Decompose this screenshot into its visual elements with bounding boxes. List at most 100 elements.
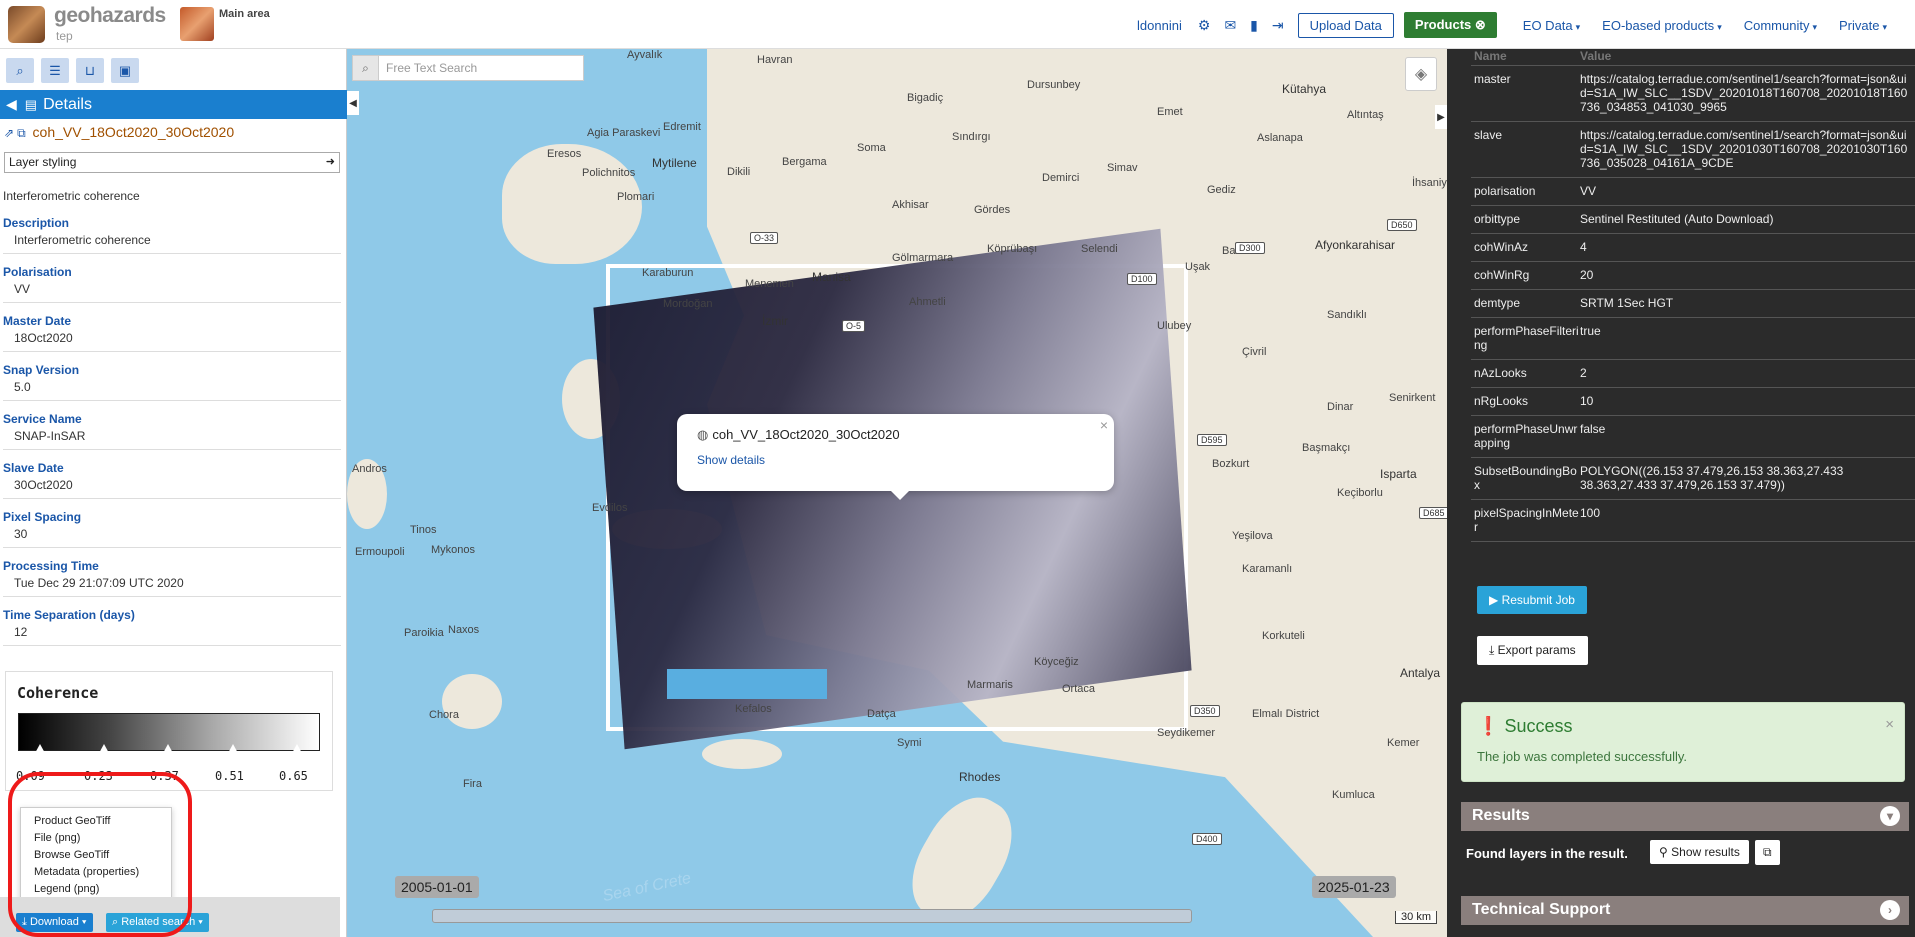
map-place-label: Gölmarmara: [892, 252, 954, 264]
menu-community[interactable]: Community ▾: [1744, 18, 1817, 33]
search-tool-button[interactable]: ⌕: [6, 58, 34, 83]
area-thumbnail[interactable]: [180, 7, 214, 41]
results-label: Results: [1472, 807, 1530, 824]
basket-tool-button[interactable]: ⊔: [76, 58, 104, 83]
road-shield: D300: [1235, 242, 1265, 254]
map-place-label: Bozkurt: [1212, 458, 1250, 470]
show-details-link[interactable]: Show details: [697, 453, 765, 467]
map-place-label: Karamanlı: [1242, 563, 1293, 575]
map-place-label: Elmalı District: [1252, 708, 1320, 720]
search-icon: ⌕: [16, 62, 24, 78]
map-place-label: Ulubey: [1157, 320, 1192, 332]
chevron-left-icon[interactable]: ◀: [6, 96, 17, 113]
tech-label: Technical Support: [1472, 901, 1611, 918]
time-end-label: 2025-01-23: [1312, 876, 1396, 898]
map-place-label: Agia Paraskevi: [587, 127, 661, 139]
map-place-label: Simav: [1107, 162, 1138, 174]
collapse-right-icon[interactable]: ▶: [1435, 105, 1447, 129]
col-value: Value: [1580, 49, 1612, 63]
resubmit-job-button[interactable]: ▶ Resubmit Job: [1477, 586, 1587, 614]
map-place-label: Sandıklı: [1327, 309, 1367, 321]
map-place-label: Chora: [429, 709, 459, 721]
technical-support-header[interactable]: Technical Support ›: [1461, 896, 1909, 925]
close-icon[interactable]: ×: [1100, 417, 1108, 433]
archive-tool-button[interactable]: ▣: [111, 58, 139, 83]
products-button[interactable]: Products ⊗: [1403, 12, 1497, 38]
map-place-label: Ortaca: [1062, 683, 1096, 695]
param-value: 2: [1580, 366, 1587, 380]
prop-time-separation: Time Separation (days) 12: [3, 606, 341, 646]
road-shield: O-33: [750, 232, 779, 244]
param-key: demtype: [1474, 296, 1521, 310]
layers-icon[interactable]: ◈: [1405, 57, 1437, 91]
search-icon[interactable]: ⌕: [353, 56, 379, 80]
copy-button[interactable]: ⧉: [1755, 840, 1780, 865]
time-slider[interactable]: [432, 909, 1192, 923]
param-value: 4: [1580, 240, 1587, 254]
param-value: https://catalog.terradue.com/sentinel1/s…: [1580, 72, 1908, 114]
map-search[interactable]: ⌕ Free Text Search: [352, 55, 584, 81]
menu-eo-products[interactable]: EO-based products ▾: [1602, 18, 1722, 33]
user-link[interactable]: ldonnini: [1137, 18, 1182, 33]
details-label: Details: [43, 95, 92, 113]
map-place-label: Kemer: [1387, 737, 1420, 749]
archive-icon: ▣: [118, 62, 132, 78]
road-shield: D595: [1197, 434, 1227, 446]
map-place-label: Sındırgı: [952, 131, 991, 143]
param-value: https://catalog.terradue.com/sentinel1/s…: [1580, 128, 1908, 170]
param-row: SubsetBoundingBox POLYGON((26.153 37.479,…: [1471, 458, 1915, 500]
prop-key: Pixel Spacing: [3, 510, 82, 524]
menu-eo-data[interactable]: EO Data ▾: [1523, 18, 1580, 33]
chevron-right-icon[interactable]: ›: [1880, 900, 1900, 920]
menu-private[interactable]: Private ▾: [1839, 18, 1887, 33]
caret-down-icon: ▾: [198, 916, 203, 928]
map-place-label: Soma: [857, 142, 886, 154]
param-key: cohWinRg: [1474, 268, 1530, 282]
map-place-label: İhsaniye: [1412, 177, 1447, 189]
map-place-label: Eresos: [547, 148, 582, 160]
highlight-ring: [8, 772, 192, 937]
logout-icon[interactable]: ⇥: [1272, 17, 1284, 34]
param-row: orbittype Sentinel Restituted (Auto Downl…: [1471, 206, 1915, 234]
param-key: master: [1474, 72, 1511, 86]
map-place-label: Ahmetli: [909, 296, 946, 308]
param-key: slave: [1474, 128, 1503, 142]
layer-select-value: Layer styling: [9, 155, 77, 169]
upload-data-button[interactable]: Upload Data: [1297, 12, 1394, 38]
mail-icon[interactable]: ✉: [1224, 17, 1236, 34]
layer-styling-select[interactable]: Layer styling ➜: [4, 152, 340, 173]
map-place-label: Rhodes: [959, 770, 1001, 784]
book-icon[interactable]: ▮: [1250, 17, 1258, 34]
param-key: cohWinAz: [1474, 240, 1529, 254]
details-header[interactable]: ◀ ▤ Details: [0, 90, 347, 119]
close-icon[interactable]: ×: [1885, 716, 1894, 733]
results-header[interactable]: Results ▾: [1461, 802, 1909, 831]
list-tool-button[interactable]: ☰: [41, 58, 69, 83]
play-icon: ▶: [1489, 593, 1499, 607]
geohazards-logo[interactable]: [8, 6, 45, 43]
export-params-button[interactable]: ⤓ Export params: [1477, 636, 1588, 665]
caret-down-icon: ▾: [1812, 21, 1817, 32]
prop-value: SNAP-InSAR: [14, 429, 86, 443]
map-pin-icon: ⚲: [1659, 845, 1668, 859]
left-panel: ⌕ ☰ ⊔ ▣ ◀ ▤ Details ⇗ ⧉ coh_VV_18Oct2020_…: [0, 49, 347, 937]
copy-icon[interactable]: ⧉: [17, 126, 26, 140]
product-title[interactable]: ⇗ ⧉ coh_VV_18Oct2020_30Oct2020: [4, 124, 234, 141]
map-place-label: Korkuteli: [1262, 630, 1305, 642]
gear-icon[interactable]: ⚙: [1198, 17, 1211, 34]
map-place-label: Symi: [897, 737, 922, 749]
road-shield: O-5: [842, 320, 866, 332]
collapse-left-icon[interactable]: ◀: [347, 91, 359, 115]
chevron-down-icon[interactable]: ▾: [1880, 806, 1900, 826]
copy-icon: ⧉: [1763, 845, 1772, 859]
caret-down-icon: ▾: [1717, 21, 1722, 32]
map-place-label: Kütahya: [1282, 82, 1327, 96]
map-place-label: Paroikia: [404, 627, 444, 639]
search-input[interactable]: Free Text Search: [379, 61, 477, 75]
prop-service-name: Service Name SNAP-InSAR: [3, 410, 341, 450]
map-view[interactable]: ⌕ Free Text Search ◈ ◀ ▶ Ayvalık Havran …: [347, 49, 1447, 937]
external-link-icon[interactable]: ⇗: [4, 126, 14, 140]
show-results-button[interactable]: ⚲ Show results: [1650, 840, 1749, 864]
logo-name[interactable]: geohazards: [54, 4, 166, 28]
caret-down-icon: ▾: [1882, 21, 1887, 32]
